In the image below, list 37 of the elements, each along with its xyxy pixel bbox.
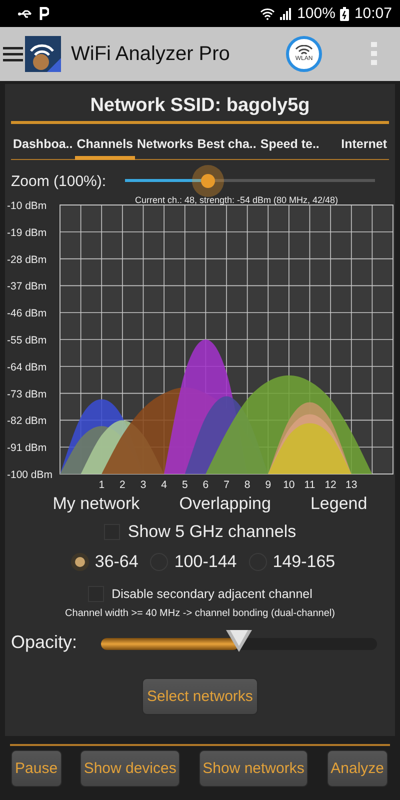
x-tick-label: 3 (140, 479, 146, 491)
x-tick-label: 9 (265, 479, 272, 491)
x-tick-label: 13 (346, 479, 358, 491)
y-tick-label: -37 dBm (7, 280, 47, 293)
y-tick-label: -19 dBm (7, 226, 47, 239)
y-tick-label: -64 dBm (7, 361, 47, 374)
x-tick-label: 2 (120, 479, 126, 491)
radio-label: 149-165 (272, 552, 336, 572)
y-tick-label: -46 dBm (7, 308, 47, 320)
y-tick-label: -10 dBm (7, 200, 47, 212)
y-tick-label: -82 dBm (7, 415, 47, 428)
x-tick-label: 11 (304, 479, 316, 491)
y-tick-label: -28 dBm (7, 254, 47, 266)
clock: 10:07 (354, 5, 392, 22)
x-tick-label: 8 (244, 479, 250, 491)
battery-percent: 100% (297, 5, 336, 22)
x-tick-label: 7 (224, 479, 230, 491)
x-tick-label: 1 (98, 479, 105, 491)
checkbox-label: Disable secondary adjacent channel (112, 587, 312, 601)
app-title: WiFi Analyzer Pro (71, 42, 230, 66)
x-tick-label: 6 (202, 479, 209, 491)
zoom-label: Zoom (100%): (11, 172, 108, 190)
x-tick-label: 5 (182, 479, 188, 491)
opacity-label: Opacity: (11, 632, 78, 652)
checkbox-label: Show 5 GHz channels (128, 522, 296, 542)
y-tick-label: -55 dBm (7, 334, 47, 346)
radio-label: 36-64 (94, 552, 138, 572)
y-tick-label: -91 dBm (7, 442, 47, 454)
y-tick-label: -73 dBm (7, 388, 47, 400)
x-tick-label: 12 (324, 479, 336, 491)
network-title: Network SSID: bagoly5g (89, 94, 311, 117)
x-tick-label: 4 (161, 479, 167, 491)
y-tick-label: -100 dBm (7, 469, 53, 481)
x-tick-label: 10 (283, 479, 295, 491)
bonding-note: Channel width >= 40 MHz -> channel bonding (dual-channel) (64, 608, 336, 619)
radio-label: 100-144 (174, 552, 237, 572)
current-channel-info: Current ch.: 48, strength: -54 dBm (80 MHz, 42/48) (134, 195, 338, 205)
